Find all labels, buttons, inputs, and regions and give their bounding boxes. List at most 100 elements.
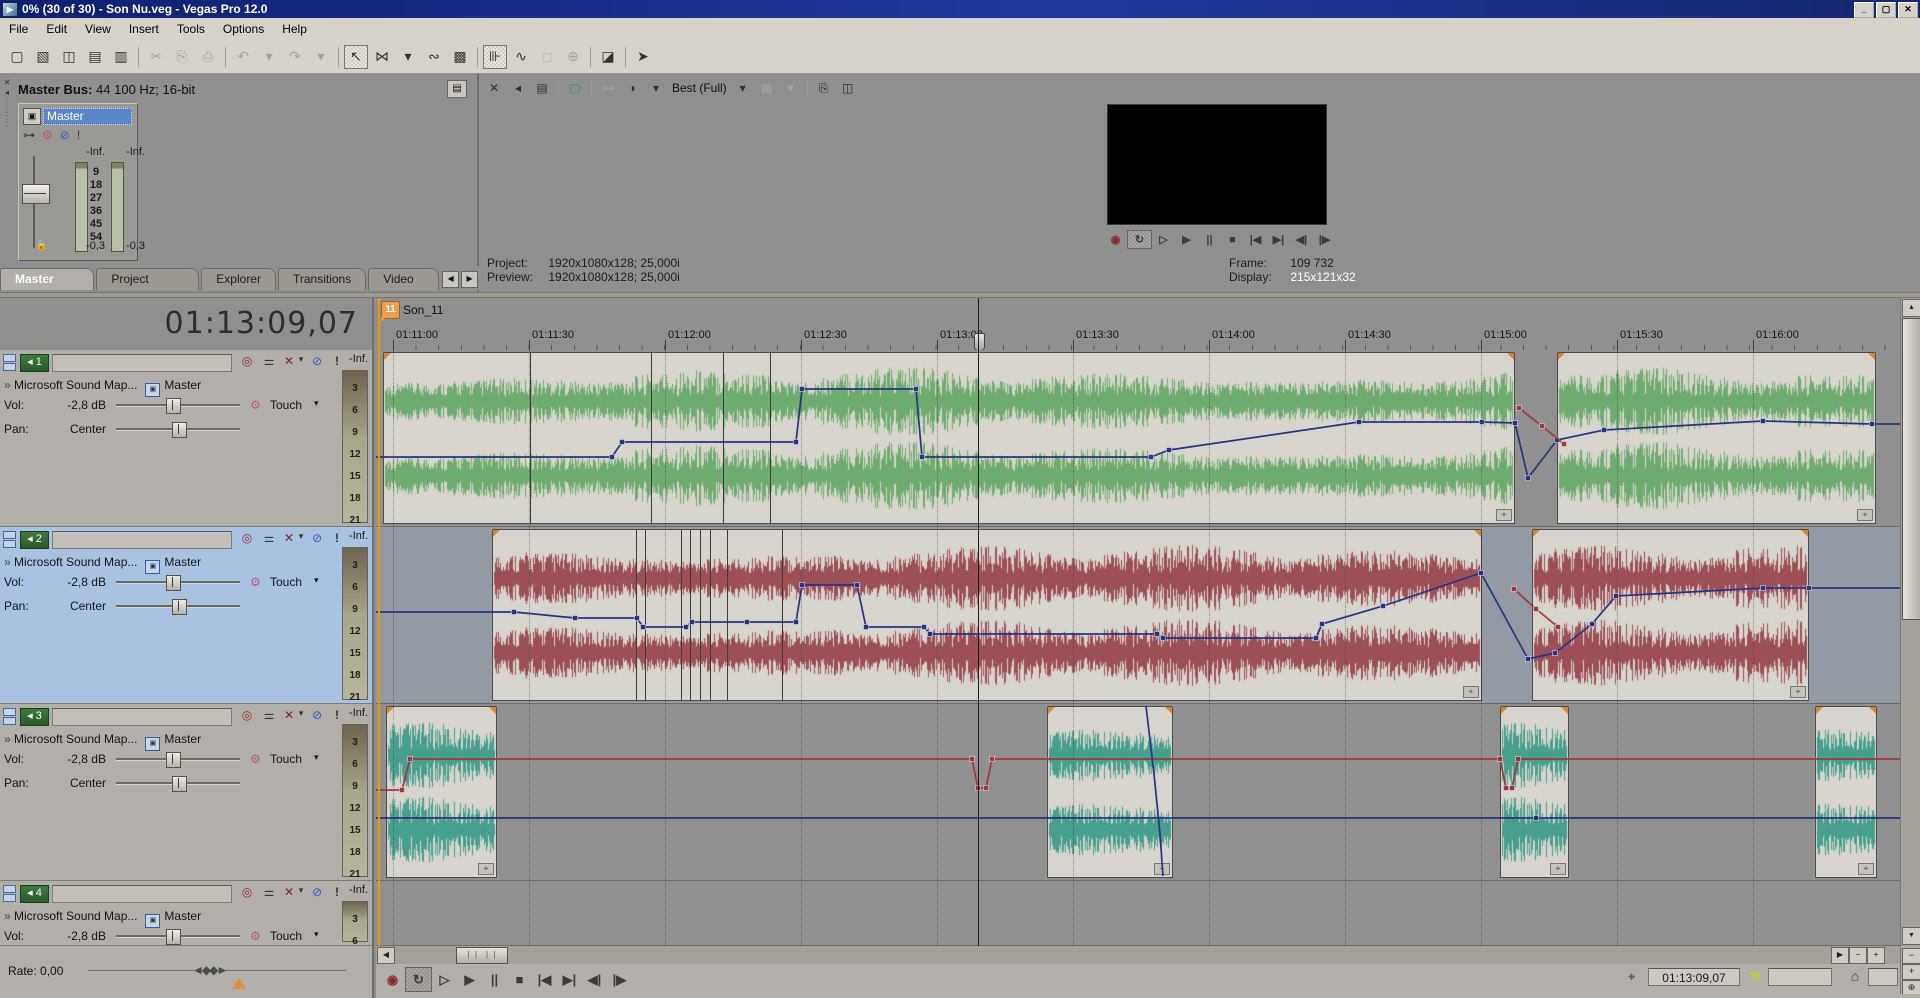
fader-lock-icon[interactable]: 🔒 (35, 240, 47, 251)
menu-options[interactable]: Options (214, 19, 273, 39)
selection-start-field[interactable] (1768, 968, 1832, 986)
pan-value[interactable]: Center (54, 599, 106, 613)
volume-slider[interactable] (116, 575, 240, 589)
go-to-end-button[interactable]: ▶| (1267, 231, 1290, 248)
pan-value[interactable]: Center (54, 776, 106, 790)
quality-label[interactable]: Best (Full) (668, 81, 731, 95)
enable-snapping-button[interactable]: ⊪ (483, 45, 507, 69)
video-output-fx-button[interactable]: ⊶ (596, 78, 620, 98)
previous-frame-button[interactable]: ◀| (582, 968, 607, 991)
vertical-scroll-thumb[interactable] (1902, 318, 1920, 620)
track-number-badge[interactable]: ◂ 4 (20, 885, 49, 903)
menu-insert[interactable]: Insert (120, 19, 168, 39)
solo-button[interactable]: ⊘ (308, 885, 326, 899)
marker-bar[interactable]: 11 Son_11 (376, 298, 1900, 327)
menu-tools[interactable]: Tools (168, 19, 214, 39)
bus-assign-icon[interactable]: ▣ (145, 914, 160, 928)
tab-scroll-right-button[interactable]: ▶ (461, 271, 478, 288)
cursor-position-field[interactable]: 01:13:09,07 (1648, 968, 1740, 986)
invert-phase-button[interactable]: ! (328, 531, 346, 545)
bus-assign-icon[interactable]: ▣ (145, 383, 160, 397)
minimize-button[interactable]: _ (1854, 2, 1874, 18)
device-name[interactable]: Microsoft Sound Map... (14, 732, 137, 746)
tab-master-bus[interactable]: Master Bus (0, 268, 94, 290)
horizontal-scroll-thumb[interactable] (456, 947, 508, 964)
solo-icon[interactable]: ! (77, 128, 80, 142)
bus-assign-icon[interactable]: ▣ (145, 560, 160, 574)
pause-button[interactable]: || (1198, 231, 1221, 248)
split-screen-dropdown[interactable]: ▾ (644, 78, 668, 98)
close-button[interactable]: ✕ (1898, 2, 1918, 18)
go-to-start-button[interactable]: |◀ (1244, 231, 1267, 248)
input-routing-icon[interactable]: » (4, 555, 14, 569)
zoom-in-track-height-button[interactable]: + (1902, 964, 1920, 980)
time-ruler[interactable]: 01:11:0001:11:3001:12:0001:12:3001:13:00… (376, 326, 1900, 351)
record-arm-button[interactable]: ◎ (238, 531, 256, 545)
pan-slider-thumb[interactable] (172, 776, 187, 792)
rate-marker-icon[interactable] (232, 978, 246, 989)
copy-snapshot-button[interactable]: ⎘ (812, 78, 836, 98)
record-button[interactable]: ◉ (1104, 231, 1127, 248)
loop-playback-button[interactable]: ↻ (405, 967, 432, 992)
pan-slider-thumb[interactable] (172, 599, 187, 615)
selection-length-field[interactable] (1868, 968, 1898, 986)
tab-video-f[interactable]: Video F (368, 268, 439, 290)
volume-slider-thumb[interactable] (166, 575, 181, 591)
new-project-button[interactable]: ▢ (5, 45, 29, 69)
mute-button[interactable]: ✕ (282, 354, 296, 368)
whats-this-help-button[interactable]: ➤ (631, 45, 655, 69)
tab-scroll-left-button[interactable]: ◀ (442, 271, 459, 288)
tab-project-media[interactable]: Project Media (96, 268, 199, 290)
mute-button[interactable]: ✕ (282, 531, 296, 545)
maximize-track-icon[interactable] (3, 363, 16, 371)
automation-mode-value[interactable]: Touch (270, 929, 302, 943)
automation-gear-icon[interactable]: ⚙ (42, 128, 53, 142)
go-to-start-button[interactable]: |◀ (532, 968, 557, 991)
edit-details-button[interactable]: ▤ (530, 78, 554, 98)
zoom-edit-tool-button[interactable]: ⊕ (561, 45, 585, 69)
bus-properties-icon[interactable]: ▤ (447, 80, 467, 98)
automation-envelope[interactable] (376, 704, 1900, 881)
track-name-field[interactable] (52, 531, 232, 549)
paste-button[interactable]: ⎙ (196, 45, 220, 69)
mute-dropdown[interactable]: ▾ (296, 531, 306, 542)
go-to-end-button[interactable]: ▶| (557, 968, 582, 991)
cursor-timecode-display[interactable]: 01:13:09,07 (165, 306, 358, 341)
automation-dropdown[interactable]: ▾ (314, 575, 319, 586)
input-routing-icon[interactable]: » (4, 378, 14, 392)
volume-value[interactable]: -2,8 dB (54, 752, 106, 766)
automation-mode-gear-icon[interactable]: ⚙ (250, 575, 261, 589)
record-arm-button[interactable]: ◎ (238, 354, 256, 368)
volume-slider[interactable] (116, 752, 240, 766)
maximize-track-icon[interactable] (3, 540, 16, 548)
track-number-badge[interactable]: ◂ 1 (20, 354, 49, 372)
track-name-field[interactable] (52, 708, 232, 726)
track-envelope-button[interactable]: ⚌ (260, 885, 278, 899)
overlays-dropdown[interactable]: ▾ (779, 78, 803, 98)
track-header-4[interactable]: ◂ 4◎⚌✕▾⊘!-Inf.36912151821» Microsoft Sou… (0, 881, 372, 946)
bus-name[interactable]: Master (164, 732, 201, 746)
shuttle-control[interactable]: ◄◆◆► (192, 963, 226, 977)
zoom-in-time-button[interactable]: + (1867, 947, 1885, 964)
external-monitor-button[interactable]: ▢ (563, 78, 587, 98)
undo-dropdown[interactable]: ▾ (257, 45, 281, 69)
track-header-2[interactable]: ◂ 2◎⚌✕▾⊘!-Inf.36912151821» Microsoft Sou… (0, 527, 372, 704)
quality-dropdown[interactable]: ▾ (731, 78, 755, 98)
bus-name-field[interactable]: Master (43, 108, 132, 125)
edit-tool-dropdown[interactable]: ▾ (396, 45, 420, 69)
cut-button[interactable]: ✂ (144, 45, 168, 69)
play-button[interactable]: ▶ (1175, 231, 1198, 248)
track-header-1[interactable]: ◂ 1◎⚌✕▾⊘!-Inf.36912151821» Microsoft Sou… (0, 350, 372, 527)
automation-mode-value[interactable]: Touch (270, 575, 302, 589)
pan-slider[interactable] (116, 599, 240, 613)
mute-dropdown[interactable]: ▾ (296, 354, 306, 365)
solo-button[interactable]: ⊘ (308, 531, 326, 545)
invert-phase-button[interactable]: ! (328, 885, 346, 899)
scroll-up-button[interactable]: ▲ (1902, 299, 1920, 317)
next-frame-button[interactable]: |▶ (607, 968, 632, 991)
track-name-field[interactable] (52, 885, 232, 903)
automation-mode-gear-icon[interactable]: ⚙ (250, 752, 261, 766)
master-fader-thumb[interactable] (22, 184, 50, 204)
stop-button[interactable]: ■ (1221, 231, 1244, 248)
device-name[interactable]: Microsoft Sound Map... (14, 909, 137, 923)
